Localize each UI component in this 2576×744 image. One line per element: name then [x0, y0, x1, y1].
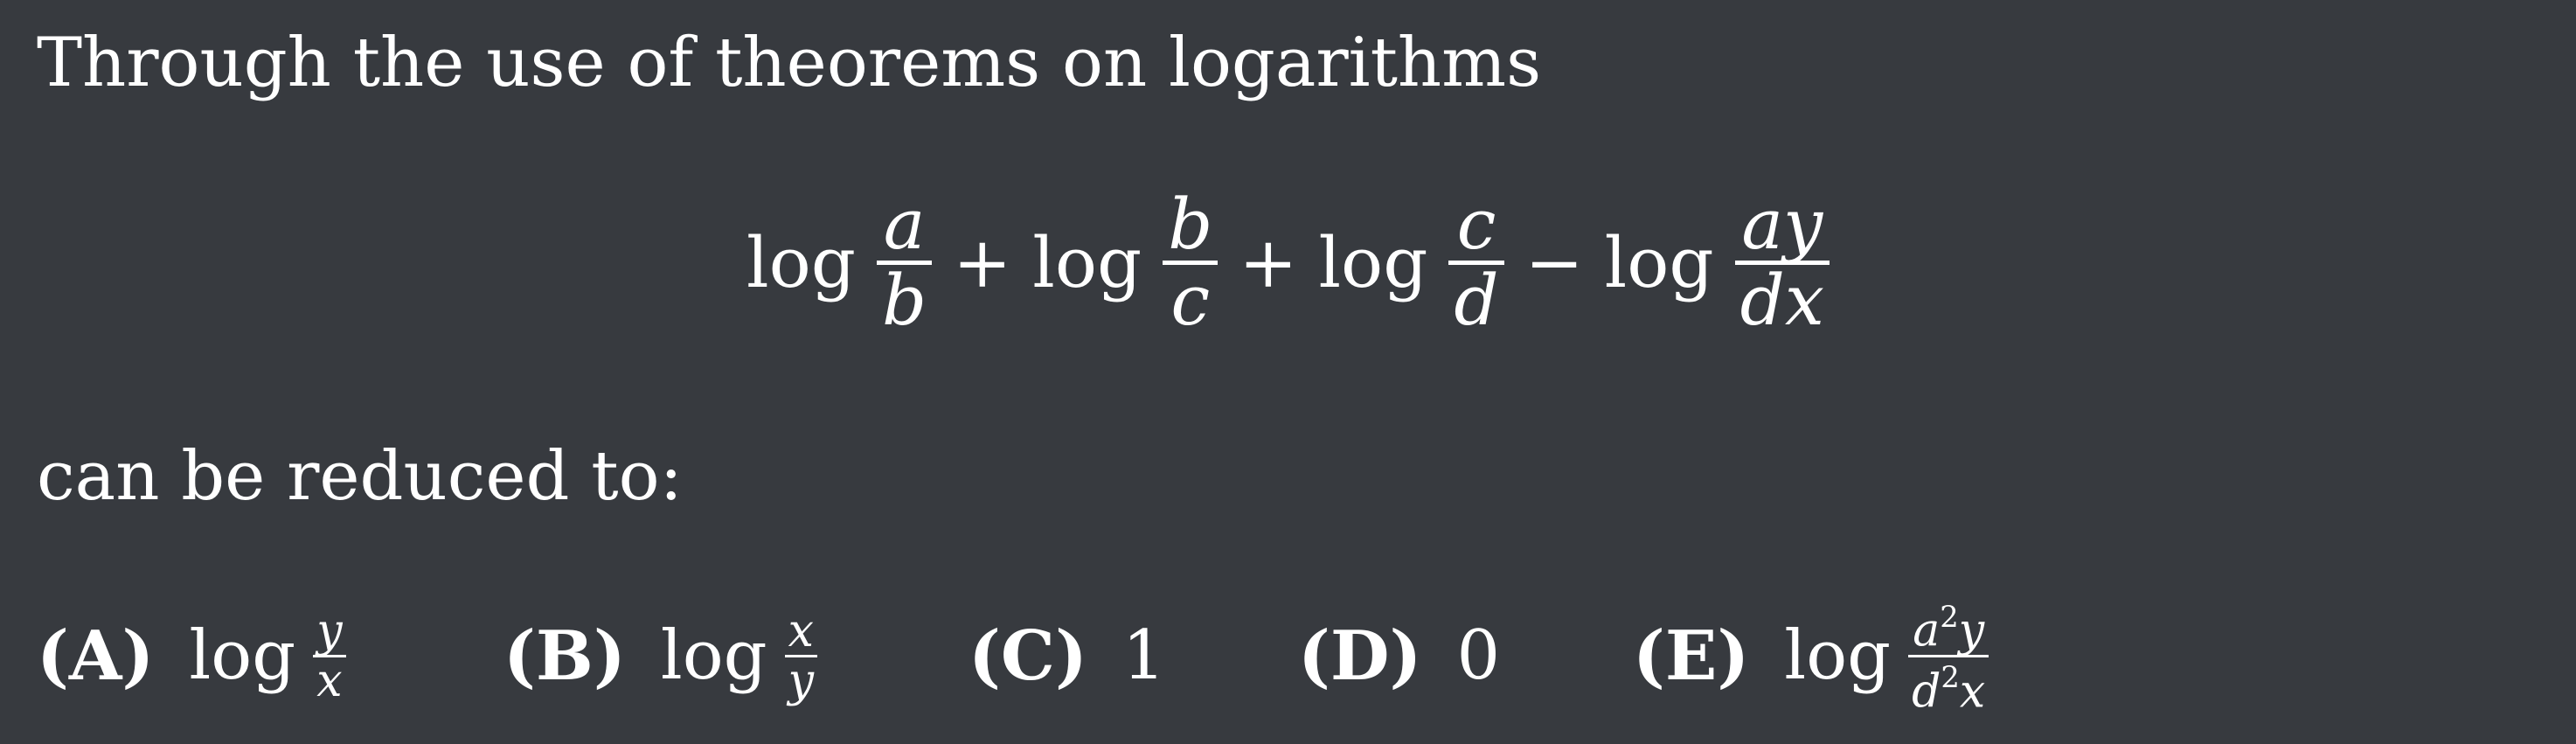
minus-operator: − [1524, 221, 1584, 303]
choice-letter: (C) [969, 615, 1087, 696]
choice-d[interactable]: (D) 0 [1298, 603, 1500, 708]
denominator: c [1170, 259, 1211, 341]
intro-text: Through the use of theorems on logarithm… [37, 24, 1542, 102]
choice-letter: (E) [1633, 615, 1750, 696]
denominator: y [788, 654, 814, 707]
log-function: log [1784, 616, 1892, 695]
choice-c[interactable]: (C) 1 [969, 603, 1166, 708]
reduced-text: can be reduced to: [37, 437, 683, 516]
choice-b[interactable]: (B) log x y [503, 603, 817, 708]
log-function: log [1318, 221, 1428, 303]
fraction-a2y-over-d2x: a2y d2x [1908, 596, 1989, 715]
plus-operator: + [1239, 221, 1298, 303]
choice-value: log a2y d2x [1784, 596, 1989, 715]
choice-letter: (D) [1298, 615, 1422, 696]
numerator: ay [1741, 183, 1823, 265]
numerator: a [883, 183, 926, 265]
denominator-rest: x [1959, 664, 1986, 718]
denominator: d2x [1908, 657, 1989, 715]
log-expression: log a b + log b c + log c d − log ay dx [0, 175, 2576, 350]
fraction-x-over-y: x y [784, 604, 817, 707]
numerator-rest: y [1958, 604, 1985, 657]
choice-value: log x y [661, 608, 817, 705]
plus-operator: + [953, 221, 1012, 303]
denominator: b [881, 259, 927, 341]
numerator: b [1168, 183, 1213, 265]
denominator: x [316, 654, 343, 707]
term-3: log c d [1318, 183, 1504, 341]
choice-letter: (B) [503, 615, 626, 696]
denominator-base: d [1912, 664, 1941, 718]
fraction-a-over-b: a b [876, 183, 933, 341]
numerator: y [316, 604, 343, 657]
term-4: log ay dx [1604, 183, 1830, 341]
answer-choices: (A) log y x (B) log x y (C) 1 (D) 0 (E) … [0, 600, 2576, 715]
numerator: c [1456, 183, 1496, 265]
log-function: log [660, 616, 767, 695]
term-1: log a b [746, 183, 933, 341]
choice-value: 0 [1456, 616, 1501, 695]
numerator: a2y [1909, 596, 1988, 657]
fraction-c-over-d: c d [1448, 183, 1504, 341]
fraction-ay-over-dx: ay dx [1734, 183, 1830, 341]
log-function: log [189, 616, 296, 695]
denominator: dx [1739, 259, 1824, 341]
denominator-exponent: 2 [1941, 660, 1960, 695]
choice-e[interactable]: (E) log a2y d2x [1633, 600, 1989, 715]
numerator-base: a [1913, 604, 1941, 657]
log-function: log [1604, 221, 1714, 303]
fraction-y-over-x: y x [313, 604, 346, 707]
log-function: log [746, 221, 856, 303]
denominator: d [1454, 259, 1499, 341]
choice-a[interactable]: (A) log y x [37, 603, 346, 708]
fraction-b-over-c: b c [1163, 183, 1219, 341]
numerator: x [788, 604, 814, 657]
choice-value: 1 [1121, 616, 1166, 695]
numerator-exponent: 2 [1940, 599, 1959, 634]
choice-value: log y x [189, 604, 346, 707]
log-function: log [1032, 221, 1142, 303]
term-2: log b c [1032, 183, 1219, 341]
choice-letter: (A) [37, 615, 155, 696]
